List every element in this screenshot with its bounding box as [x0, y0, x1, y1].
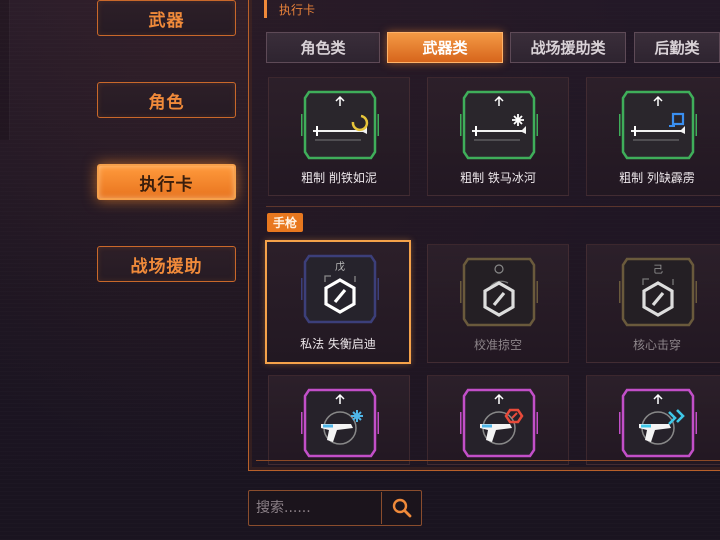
nav-button-battlefield-support[interactable]: 战场援助	[97, 246, 236, 282]
card-hexin-jichuan[interactable]: 己 核心击穿	[586, 244, 720, 363]
card-label: 校准掠空	[473, 338, 522, 352]
card-tiema-binghe[interactable]: 粗制 铁马冰河	[427, 77, 569, 196]
sword-snow-icon	[460, 90, 538, 160]
section-divider	[266, 206, 720, 207]
sword-lightning-icon	[619, 90, 697, 160]
card-sifa-shiheng-qidi[interactable]: 戊 私法 失衡启迪	[265, 240, 411, 364]
svg-text:己: 己	[653, 265, 663, 276]
sword-moon-icon	[301, 90, 379, 160]
left-edge-decor	[0, 0, 10, 140]
panel-title: 执行卡	[264, 0, 315, 18]
tab-character[interactable]: 角色类	[266, 32, 380, 63]
card-pistol-frost[interactable]	[268, 375, 410, 465]
hex-slash-icon: 己	[619, 257, 697, 327]
panel-bottom-line	[256, 460, 720, 461]
hex-slash-icon: 戊	[301, 254, 379, 324]
card-pistol-chain[interactable]	[586, 375, 720, 465]
tab-weapon[interactable]: 武器类	[387, 32, 503, 63]
nav-button-execution-card[interactable]: 执行卡	[97, 164, 236, 200]
card-jiaozhun-lüekong[interactable]: 校准掠空	[427, 244, 569, 363]
card-liequ-pili[interactable]: 粗制 列缺霹雳	[586, 77, 720, 196]
tab-logistics[interactable]: 后勤类	[634, 32, 720, 63]
search-box	[248, 490, 422, 526]
hex-slash-icon	[460, 257, 538, 327]
search-input[interactable]	[250, 492, 380, 524]
card-label: 粗制 削铁如泥	[301, 171, 377, 185]
pistol-frost-icon	[301, 388, 379, 458]
card-xiaotie-runi[interactable]: 粗制 削铁如泥	[268, 77, 410, 196]
game-screen: 武器 角色 执行卡 战场援助 执行卡 角色类 武器类 战场援助类 后勤类 粗制 …	[0, 0, 720, 540]
pistol-chain-icon	[619, 388, 697, 458]
pistol-fire-icon	[460, 388, 538, 458]
search-icon	[392, 498, 411, 518]
card-label: 粗制 列缺霹雳	[619, 171, 695, 185]
nav-button-character[interactable]: 角色	[97, 82, 236, 118]
card-label: 粗制 铁马冰河	[460, 171, 536, 185]
card-label: 核心击穿	[632, 338, 681, 352]
card-label: 私法 失衡启迪	[300, 337, 376, 351]
search-button[interactable]	[381, 492, 421, 524]
svg-text:戊: 戊	[335, 261, 345, 273]
section-label-pistol: 手枪	[267, 213, 303, 232]
card-pistol-fire[interactable]	[427, 375, 569, 465]
nav-button-weapon[interactable]: 武器	[97, 0, 236, 36]
tab-battlefield-support[interactable]: 战场援助类	[510, 32, 626, 63]
